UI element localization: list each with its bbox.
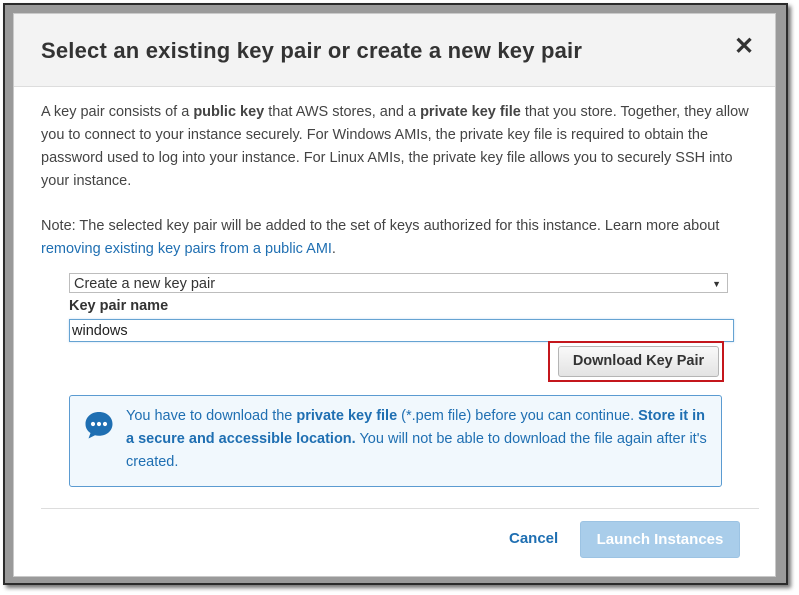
info-text-1: You have to download the: [126, 408, 297, 424]
note-body: Note: The selected key pair will be adde…: [41, 218, 720, 234]
desc-bold-public-key: public key: [193, 104, 265, 120]
info-message: You have to download the private key fil…: [126, 405, 716, 474]
launch-instances-button[interactable]: Launch Instances: [580, 521, 740, 558]
screenshot-frame: Select an existing key pair or create a …: [3, 3, 788, 585]
dialog-header: Select an existing key pair or create a …: [14, 14, 775, 87]
cancel-button[interactable]: Cancel: [509, 530, 558, 547]
key-pair-name-label: Key pair name: [69, 298, 169, 314]
key-pair-description: A key pair consists of a public key that…: [41, 101, 759, 193]
info-bold-private-key-file: private key file: [296, 408, 398, 424]
note-text: Note: The selected key pair will be adde…: [41, 215, 759, 261]
key-pair-name-input[interactable]: [69, 319, 734, 342]
download-key-pair-button[interactable]: Download Key Pair: [558, 346, 719, 377]
select-value: Create a new key pair: [74, 276, 216, 292]
dialog-title: Select an existing key pair or create a …: [41, 38, 583, 63]
desc-text-2: that AWS stores, and a: [264, 104, 421, 120]
close-icon[interactable]: ✕: [729, 32, 759, 62]
desc-bold-private-key-file: private key file: [420, 104, 521, 120]
note-end: .: [331, 241, 336, 257]
info-text-2: (*.pem file) before you can continue.: [397, 408, 639, 424]
desc-text-1: A key pair consists of a: [41, 104, 194, 120]
key-pair-dialog: Select an existing key pair or create a …: [13, 13, 776, 577]
info-alert: You have to download the private key fil…: [69, 395, 722, 487]
footer-divider: [41, 508, 759, 509]
removing-key-pairs-link[interactable]: removing existing key pairs from a publi…: [41, 241, 332, 257]
caret-down-icon: ▼: [712, 279, 721, 289]
key-pair-option-select[interactable]: Create a new key pair ▼: [69, 273, 728, 293]
chat-bubble-icon: [85, 412, 113, 439]
